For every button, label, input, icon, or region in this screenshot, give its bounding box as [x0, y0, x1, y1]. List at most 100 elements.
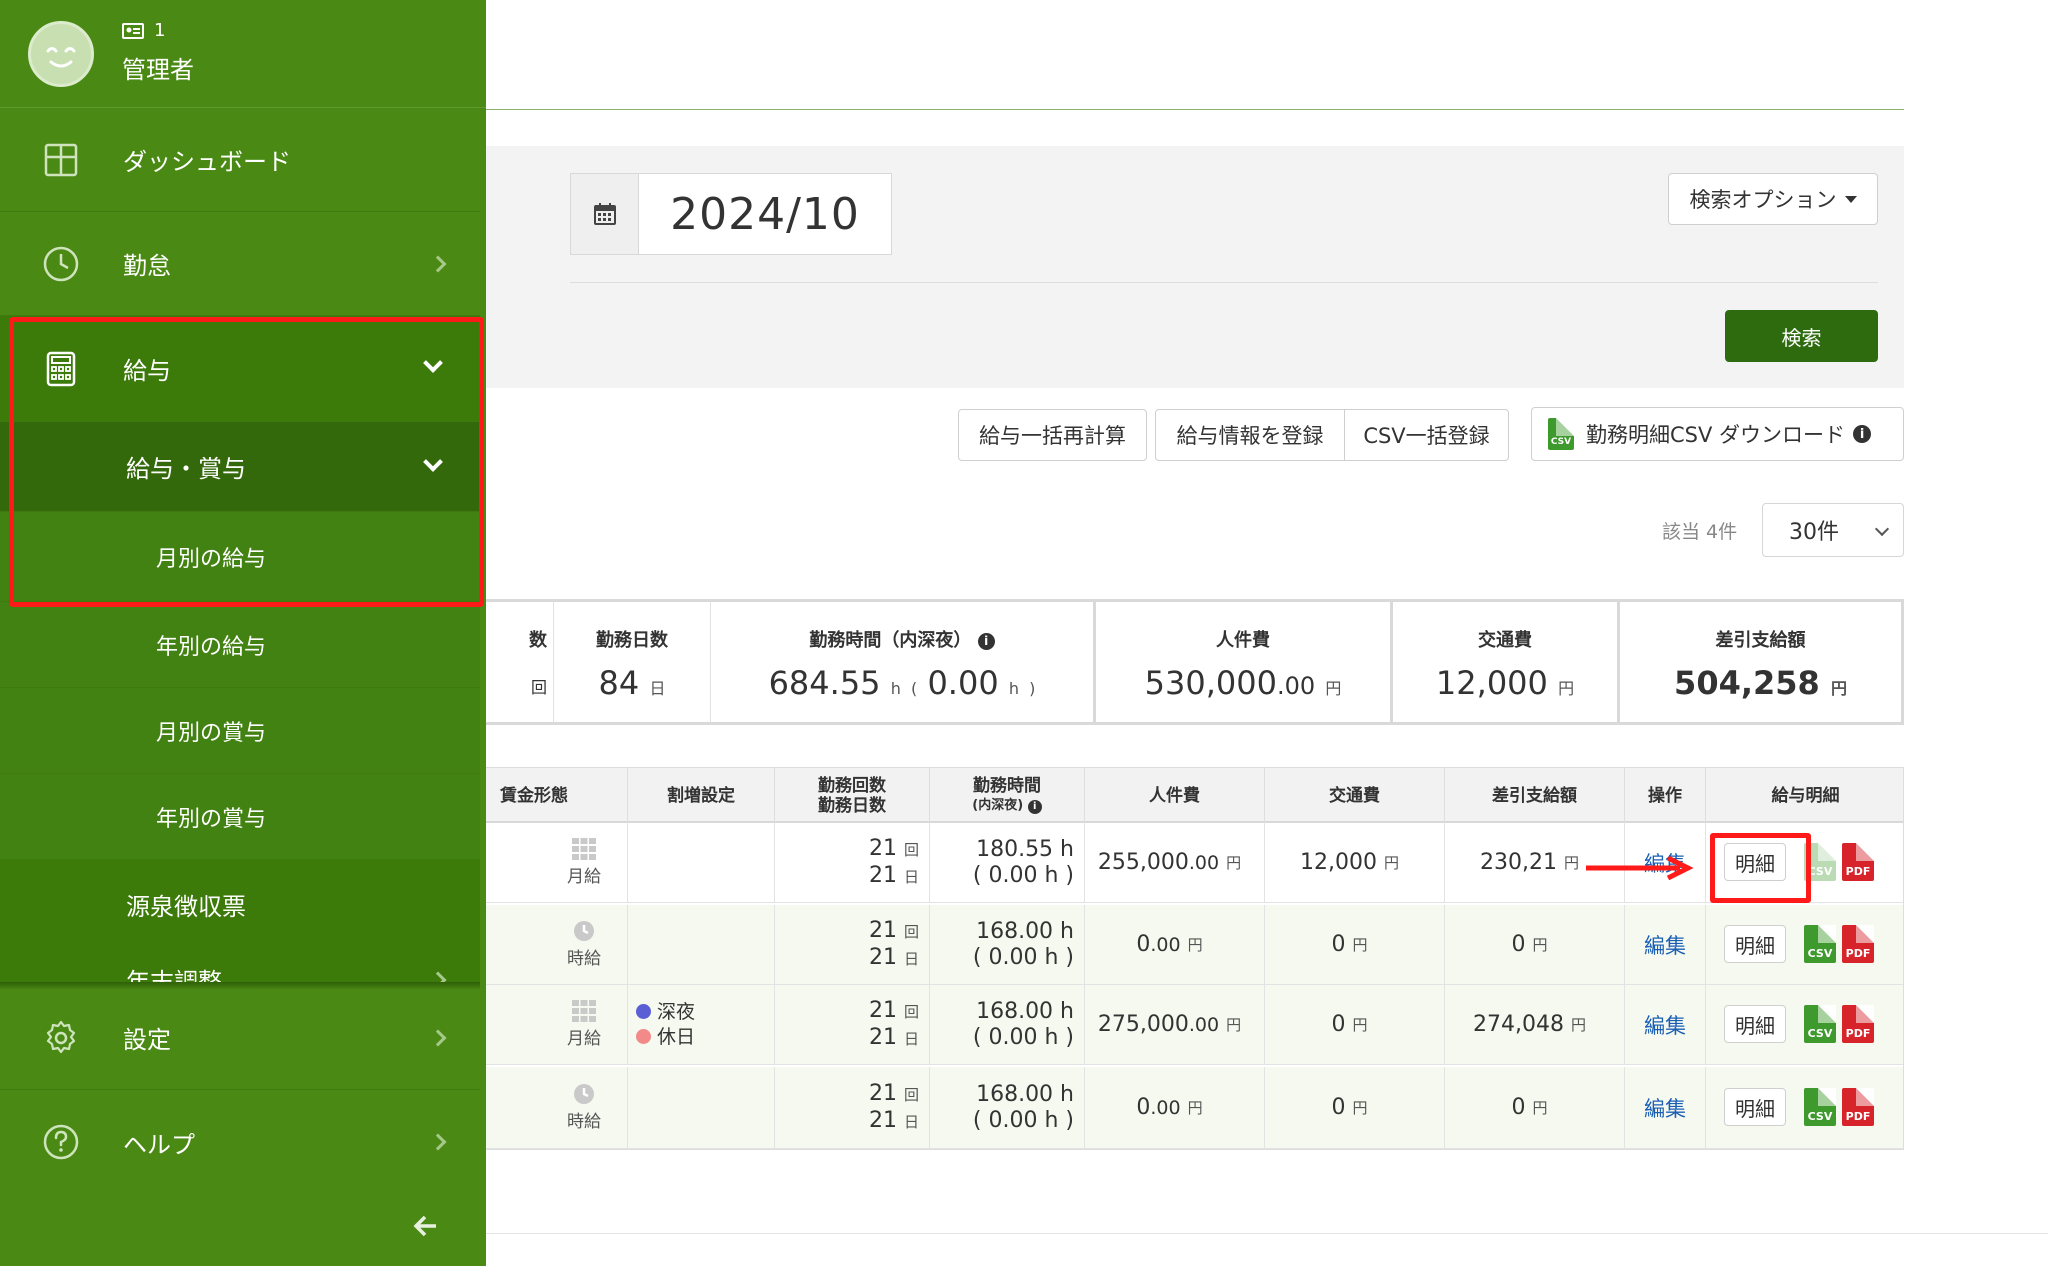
sidebar-item-yearly-salary[interactable]: 年別の給与 [0, 602, 480, 688]
question-icon [43, 1124, 79, 1160]
cell-hours: 168.00 h( 0.00 h ) [929, 1067, 1084, 1148]
search-button[interactable]: 検索 [1725, 310, 1878, 362]
work-count: 21 回 [869, 1081, 919, 1108]
sidebar-item-yearly-bonus[interactable]: 年別の賞与 [0, 774, 480, 860]
caret-down-icon [1844, 195, 1857, 203]
work-count: 21 回 [869, 918, 919, 945]
sidebar-item-label: 勤怠 [123, 252, 171, 280]
month-picker[interactable]: 2024/10 [570, 173, 892, 255]
summary-hours-unit: h [890, 679, 901, 698]
user-name: 管理者 [122, 56, 194, 84]
work-days-unit: 日 [903, 867, 919, 886]
payroll-table: 賃金形態 割増設定 勤務回数 勤務日数 勤務時間 (内深夜) i 人件費 交通費 差… [440, 767, 1904, 1150]
transport-value: 0 [1331, 1011, 1346, 1037]
sidebar-item-dashboard[interactable]: ダッシュボード [0, 108, 480, 212]
search-options-dropdown[interactable]: 検索オプション [1668, 173, 1878, 225]
user-id-value: 1 [154, 20, 166, 41]
month-input[interactable]: 2024/10 [639, 174, 891, 254]
csv-download-icon[interactable]: CSV [1804, 925, 1836, 963]
payslip-detail-button[interactable]: 明細 [1724, 925, 1786, 963]
sidebar-item-help[interactable]: ヘルプ [0, 1090, 480, 1194]
cost-unit: 円 [1226, 853, 1242, 872]
edit-link[interactable]: 編集 [1644, 1093, 1686, 1123]
work-days: 21 日 [869, 1108, 919, 1135]
summary-paren-close: ) [1029, 679, 1036, 698]
cell-cost: 0.00 円 [1084, 905, 1264, 984]
arrow-left-icon[interactable] [412, 1214, 438, 1238]
chevron-right-icon [429, 1133, 447, 1151]
pdf-download-icon[interactable]: PDF [1842, 1005, 1874, 1043]
annotation-highlight-menu [9, 317, 484, 607]
register-salary-button[interactable]: 給与情報を登録 [1155, 409, 1345, 461]
cell-count-days: 21 回 21 日 [774, 823, 929, 902]
info-icon[interactable]: i [977, 632, 995, 650]
csv-download-icon[interactable]: CSV [1804, 1088, 1836, 1126]
transport-value: 0 [1331, 1094, 1346, 1120]
info-icon[interactable]: i [1027, 799, 1042, 814]
table-row: 時給 21 回 21 日 168.00 h( 0.00 h ) 0.00 円0 円0 円… [441, 1067, 1903, 1149]
calendar-icon[interactable] [571, 174, 639, 254]
edit-link[interactable]: 編集 [1644, 1010, 1686, 1040]
work-days-value: 21 [868, 862, 897, 888]
cell-cost: 0.00 円 [1084, 1067, 1264, 1148]
sidebar-item-attendance[interactable]: 勤怠 [0, 212, 480, 316]
payslip-detail-button[interactable]: 明細 [1724, 1005, 1786, 1043]
night-hours-value: ( 0.00 h ) [972, 862, 1074, 888]
pdf-download-icon[interactable]: PDF [1842, 925, 1874, 963]
cell-premium [627, 1067, 774, 1148]
table-row: 時給 21 回 21 日 168.00 h( 0.00 h ) 0.00 円0 円0 円… [441, 905, 1903, 985]
cell-count-days: 21 回 21 日 [774, 905, 929, 984]
pdf-download-icon[interactable]: PDF [1842, 843, 1874, 881]
table-header: 賃金形態 割増設定 勤務回数 勤務日数 勤務時間 (内深夜) i 人件費 交通費 差… [441, 768, 1903, 823]
cell-hours: 180.55 h( 0.00 h ) [929, 823, 1084, 902]
cell-net: 0 円 [1444, 1067, 1624, 1148]
sidebar-item-label: 年別の賞与 [156, 806, 267, 832]
work-days-unit: 日 [903, 949, 919, 968]
th-night-sub-label: (内深夜) [972, 797, 1024, 813]
sidebar-item-monthly-bonus[interactable]: 月別の賞与 [0, 688, 480, 774]
work-days: 21 日 [869, 1025, 919, 1052]
user-profile[interactable]: 1 管理者 [0, 0, 486, 108]
pdf-download-icon[interactable]: PDF [1842, 1088, 1874, 1126]
payslip-detail-button[interactable]: 明細 [1724, 1088, 1786, 1126]
info-icon[interactable]: i [1853, 425, 1872, 443]
work-count: 21 回 [869, 998, 919, 1025]
sidebar-item-settings[interactable]: 設定 [0, 986, 480, 1090]
user-id: 1 [122, 20, 165, 41]
th-work-hours: 勤務時間 (内深夜) i [929, 768, 1084, 823]
work-count-value: 21 [868, 997, 897, 1023]
header-divider [486, 109, 1904, 110]
summary-transport-number: 12,000 [1435, 664, 1548, 702]
cell-payslip: 明細 CSV PDF [1705, 905, 1905, 984]
per-page-value: 30件 [1789, 520, 1839, 545]
clock-icon [574, 1084, 594, 1104]
edit-link[interactable]: 編集 [1644, 930, 1686, 960]
summary-cost-decimal: .00 [1276, 672, 1316, 700]
transport-unit: 円 [1352, 1098, 1368, 1117]
work-days-value: 21 [868, 1107, 897, 1133]
color-dot-icon [636, 1028, 651, 1044]
clock-icon [43, 246, 79, 282]
summary-transport-cell: 交通費 12,000 円 [1390, 602, 1617, 722]
work-days: 21 日 [869, 945, 919, 972]
sidebar-item-label: ダッシュボード [123, 148, 291, 176]
sidebar-item-withholding[interactable]: 源泉徴収票 [0, 860, 480, 950]
per-page-select[interactable]: 30件 [1762, 503, 1904, 557]
th-net: 差引支給額 [1444, 768, 1624, 823]
cell-action: 編集 [1624, 905, 1705, 984]
summary-transport-unit: 円 [1558, 679, 1575, 698]
cost-decimal: .00 [1188, 851, 1220, 874]
th-work-days-label: 勤務日数 [818, 795, 886, 816]
gear-icon [46, 1020, 76, 1054]
wage-type-label: 時給 [567, 949, 601, 969]
net-value: 274,048 [1473, 1011, 1564, 1037]
grid-calendar-icon [572, 1000, 596, 1022]
cost-unit: 円 [1187, 1098, 1203, 1117]
csv-import-button[interactable]: CSV一括登録 [1344, 409, 1509, 461]
cell-action: 編集 [1624, 985, 1705, 1064]
summary-hours-head: 勤務時間（内深夜） i [711, 626, 1093, 652]
csv-download-icon[interactable]: CSV [1804, 1005, 1836, 1043]
download-csv-button[interactable]: CSV 勤務明細CSV ダウンロード i [1531, 407, 1904, 461]
sidebar-item-year-end[interactable]: 年末調整 [0, 950, 480, 986]
recalc-button[interactable]: 給与一括再計算 [958, 409, 1147, 461]
